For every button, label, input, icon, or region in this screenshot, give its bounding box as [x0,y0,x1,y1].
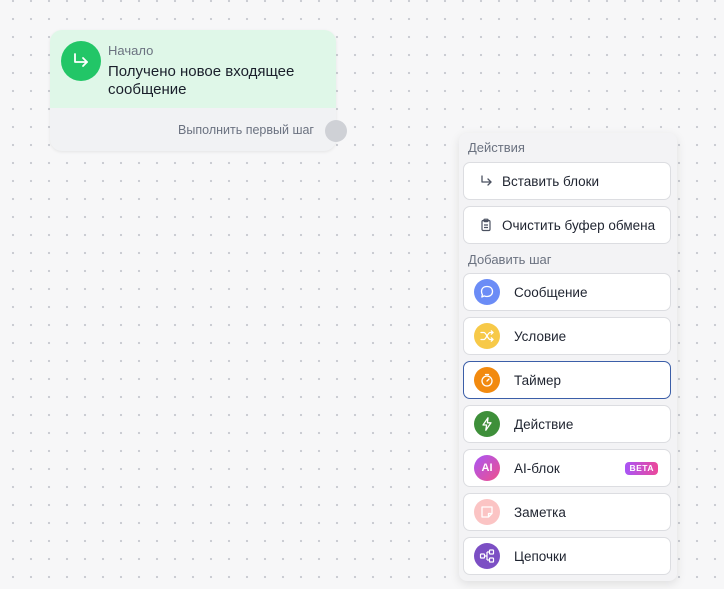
step-note-label: Заметка [514,504,566,520]
start-node-header: Начало Получено новое входящее сообщение [50,30,336,108]
paste-blocks-item[interactable]: Вставить блоки [463,162,671,200]
clear-clipboard-label: Очистить буфер обмена [502,217,656,233]
step-chains-label: Цепочки [514,548,567,564]
ai-icon: AI [474,455,500,481]
step-ai-item[interactable]: AI AI-блок BETA [463,449,671,487]
step-message-label: Сообщение [514,284,588,300]
paste-blocks-label: Вставить блоки [502,173,600,189]
note-icon [474,499,500,525]
start-node-label: Начало [108,43,154,58]
step-condition-label: Условие [514,328,567,344]
shuffle-icon [474,323,500,349]
step-note-item[interactable]: Заметка [463,493,671,531]
lightning-icon [474,411,500,437]
return-arrow-icon [61,41,101,81]
step-timer-label: Таймер [514,372,561,388]
context-menu: Действия Вставить блоки Очистить буфер о… [459,133,677,581]
step-condition-item[interactable]: Условие [463,317,671,355]
step-action-item[interactable]: Действие [463,405,671,443]
connector-handle[interactable] [325,120,347,142]
step-action-label: Действие [514,416,574,432]
start-node-title: Получено новое входящее сообщение [108,63,295,98]
stopwatch-icon [474,367,500,393]
step-ai-label: AI-блок [514,460,560,476]
clipboard-icon [478,217,494,233]
clear-clipboard-item[interactable]: Очистить буфер обмена [463,206,671,244]
return-arrow-icon [478,173,494,189]
chat-bubble-icon [474,279,500,305]
step-message-item[interactable]: Сообщение [463,273,671,311]
step-chains-item[interactable]: Цепочки [463,537,671,575]
actions-section-title: Действия [468,140,525,155]
start-node[interactable]: Начало Получено новое входящее сообщение… [50,30,336,151]
chain-nodes-icon [474,543,500,569]
beta-badge: BETA [625,462,658,475]
add-step-section-title: Добавить шаг [468,252,552,267]
first-step-link[interactable]: Выполнить первый шаг [178,123,314,137]
step-timer-item[interactable]: Таймер [463,361,671,399]
